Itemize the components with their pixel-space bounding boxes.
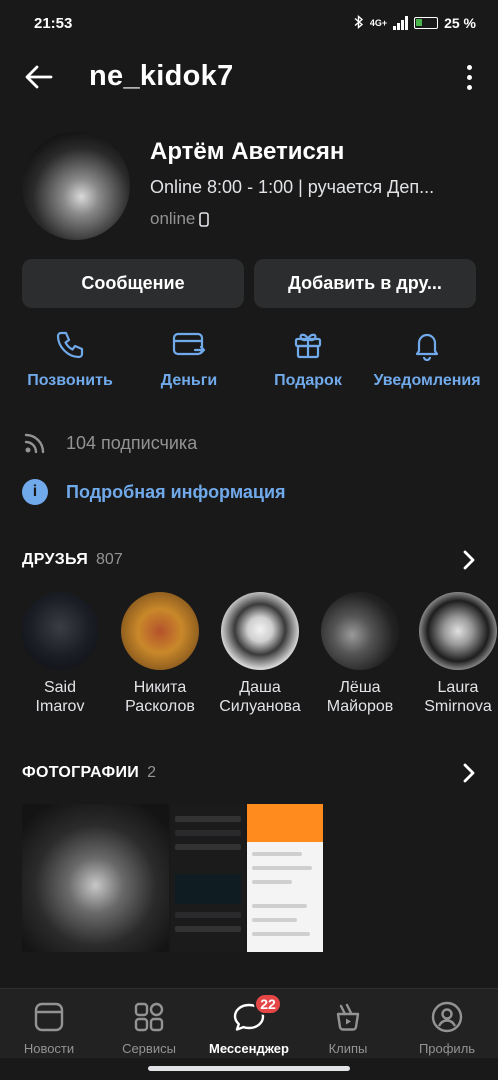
friends-header[interactable]: ДРУЗЬЯ 807 [22,550,476,570]
friend-name: Лёша Майоров [326,679,394,715]
gift-action[interactable]: Подарок [248,326,368,390]
photo-thumbnail[interactable] [171,804,245,952]
phone-icon [54,326,86,364]
money-icon [171,326,207,364]
followers-row[interactable]: 104 подписчика [22,430,197,456]
more-options-button[interactable] [462,62,476,92]
back-button[interactable] [22,60,56,94]
tab-label: Клипы [328,1041,368,1056]
money-action[interactable]: Деньги [129,326,249,390]
tab-label: Мессенджер [209,1041,289,1056]
avatar [321,592,399,670]
photo-thumbnail[interactable] [247,804,323,952]
call-label: Позвонить [27,372,113,389]
battery-icon [414,17,439,29]
online-label: online [150,209,196,228]
status-time: 21:53 [34,14,73,32]
chevron-right-icon [463,763,475,783]
network-label: 4G+ [369,18,388,28]
messenger-icon: 22 [232,993,282,1039]
friend-item[interactable]: Даша Силуанова [212,592,308,716]
avatar [221,592,299,670]
battery-percent: 25 % [444,15,476,31]
bell-icon [411,326,443,364]
avatar [419,592,497,670]
news-icon [33,995,65,1039]
friends-title: ДРУЗЬЯ [22,551,89,568]
top-bar: ne_kidok7 [0,52,498,102]
tab-messenger[interactable]: 22 Мессенджер [201,993,297,1056]
add-friend-button[interactable]: Добавить в дру... [254,259,476,308]
clips-icon [332,995,364,1039]
page-title: ne_kidok7 [89,60,234,92]
tab-clips[interactable]: Клипы [300,995,396,1056]
notifications-action[interactable]: Уведомления [367,326,487,390]
detailed-info-label: Подробная информация [66,481,286,502]
photos-count: 2 [147,764,156,781]
unread-badge: 22 [254,993,282,1015]
photos-header[interactable]: ФОТОГРАФИИ 2 [22,763,476,783]
avatar [121,592,199,670]
bluetooth-icon [354,14,364,32]
chevron-right-icon [463,550,475,570]
profile-avatar[interactable] [22,132,130,240]
friend-item[interactable]: Laura Smirnova [410,592,498,716]
info-icon: i [22,479,48,505]
followers-count: 104 подписчика [66,432,198,453]
friends-count: 807 [96,551,123,568]
arrow-left-icon [25,65,53,89]
profile-icon [430,995,464,1039]
friend-name: Никита Расколов [125,679,195,715]
friend-name: Said Imarov [35,679,85,715]
profile-status[interactable]: Online 8:00 - 1:00 | ручается Деп... [150,177,480,198]
detailed-info-row[interactable]: i Подробная информация [22,479,286,505]
notifications-label: Уведомления [373,372,481,389]
services-icon [133,995,165,1039]
bottom-navigation: Новости Сервисы 22 Мессенджер Клипы Проф… [0,988,498,1058]
tab-label: Профиль [418,1041,476,1056]
mobile-phone-icon [199,211,210,227]
avatar [21,592,99,670]
friend-item[interactable]: Лёша Майоров [312,592,408,716]
gift-icon [292,326,324,364]
friend-item[interactable]: Никита Расколов [112,592,208,716]
friend-item[interactable]: Said Imarov [12,592,108,716]
tab-services[interactable]: Сервисы [101,995,197,1056]
online-indicator: online [150,209,210,229]
status-icons: 4G+ 25 % [354,14,476,32]
friend-name: Laura Smirnova [424,679,492,715]
profile-name: Артём Аветисян [150,138,345,165]
call-action[interactable]: Позвонить [10,326,130,390]
gift-label: Подарок [274,372,342,389]
photos-title: ФОТОГРАФИИ [22,764,140,781]
tab-profile[interactable]: Профиль [399,995,495,1056]
status-bar: 21:53 4G+ 25 % [0,0,498,46]
tab-label: Сервисы [122,1041,176,1056]
rss-icon [24,433,45,454]
tab-label: Новости [23,1041,75,1056]
friend-name: Даша Силуанова [219,679,301,715]
message-button[interactable]: Сообщение [22,259,244,308]
signal-icon [393,16,409,30]
tab-news[interactable]: Новости [1,995,97,1056]
photo-thumbnail[interactable] [22,804,169,952]
home-indicator[interactable] [148,1066,350,1071]
money-label: Деньги [160,372,218,389]
